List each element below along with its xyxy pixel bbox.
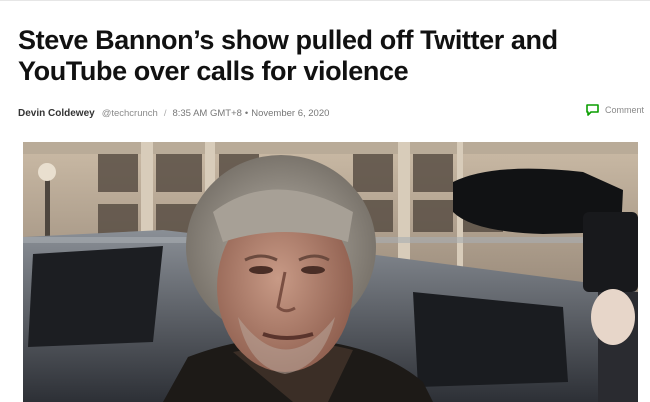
speech-bubble-icon [586, 104, 599, 116]
hero-image [23, 142, 638, 402]
top-divider [0, 0, 650, 1]
article-headline[interactable]: Steve Bannon’s show pulled off Twitter a… [18, 25, 618, 87]
author-name[interactable]: Devin Coldewey [18, 108, 95, 119]
article-byline: Devin Coldewey @techcrunch / 8:35 AM GMT… [18, 108, 329, 119]
byline-bullet: • [244, 108, 249, 119]
author-handle[interactable]: @techcrunch [102, 108, 158, 119]
comment-button[interactable]: Comment [586, 104, 644, 116]
publish-time: 8:35 AM GMT+8 [172, 108, 242, 119]
comment-label: Comment [604, 105, 644, 115]
publish-date: November 6, 2020 [251, 108, 330, 119]
byline-separator: / [163, 108, 167, 119]
